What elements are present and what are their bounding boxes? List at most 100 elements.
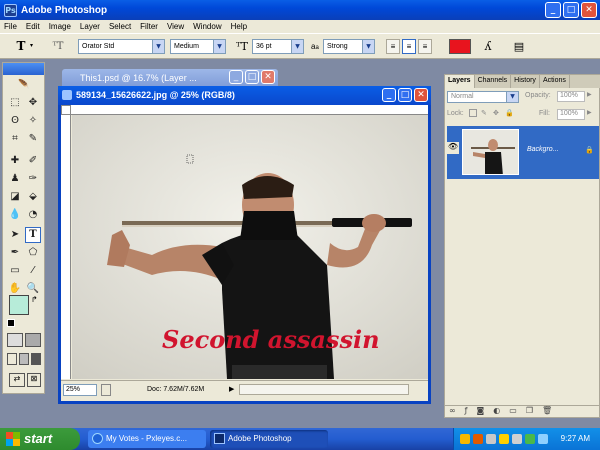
tray-icon-4[interactable] (499, 434, 509, 444)
link-layers-icon[interactable]: ∞ (449, 406, 456, 418)
paint-bucket-icon[interactable]: ⬙ (25, 189, 41, 205)
fill-field[interactable]: 100% (557, 109, 585, 120)
history-brush-icon[interactable]: ✑ (25, 171, 41, 187)
tray-icon-3[interactable] (486, 434, 496, 444)
align-left-button[interactable]: ≡ (386, 39, 400, 54)
anti-alias-select[interactable]: Strong ▼ (323, 39, 375, 54)
magic-wand-icon[interactable]: ✧ (25, 113, 41, 129)
menu-view[interactable]: View (167, 22, 184, 31)
type-tool-preset-icon[interactable]: T (14, 39, 28, 54)
taskbar-item-photoshop[interactable]: Adobe Photoshop (210, 430, 328, 448)
imageready-icon[interactable]: ⊠ (27, 373, 41, 387)
marquee-tool-icon[interactable]: ⬚ (7, 95, 23, 111)
font-size-select[interactable]: 36 pt ▼ (252, 39, 304, 54)
menu-filter[interactable]: Filter (140, 22, 158, 31)
menu-layer[interactable]: Layer (80, 22, 100, 31)
document-title-bar[interactable]: 589134_15626622.jpg @ 25% (RGB/8) _ □ ✕ (58, 86, 431, 105)
screen-mode-2-icon[interactable] (19, 353, 29, 365)
document-window-back[interactable]: This1.psd @ 16.7% (Layer ... _ □ ✕ (62, 69, 278, 87)
lock-pixels-icon[interactable]: ✎ (481, 109, 487, 117)
new-group-icon[interactable]: ▭ (509, 406, 517, 418)
visibility-eye-icon[interactable]: 👁 (447, 142, 459, 154)
menu-help[interactable]: Help (231, 22, 247, 31)
lock-transparency-icon[interactable] (469, 109, 477, 117)
image-canvas[interactable]: Second assassin (72, 115, 428, 379)
menu-edit[interactable]: Edit (26, 22, 40, 31)
screen-mode-3-icon[interactable] (31, 353, 41, 365)
shape-tool-icon[interactable]: ⬠ (25, 245, 41, 261)
eyedropper-icon[interactable]: ⁄ (25, 263, 41, 279)
text-color-swatch[interactable] (449, 39, 471, 54)
close-button[interactable]: ✕ (414, 88, 428, 102)
notes-tool-icon[interactable]: ▭ (7, 263, 23, 279)
menu-select[interactable]: Select (109, 22, 131, 31)
clone-stamp-icon[interactable]: ♟ (7, 171, 23, 187)
close-button[interactable]: ✕ (581, 2, 597, 18)
tray-icon-6[interactable] (525, 434, 535, 444)
delete-layer-icon[interactable]: 🗑 (542, 406, 552, 418)
maximize-button[interactable]: □ (563, 2, 579, 18)
menu-image[interactable]: Image (49, 22, 71, 31)
minimize-button[interactable]: _ (229, 70, 243, 84)
lasso-tool-icon[interactable]: ʘ (7, 113, 23, 129)
chevron-right-icon[interactable]: ▶ (587, 91, 592, 98)
horizontal-scrollbar[interactable] (239, 384, 409, 395)
crop-tool-icon[interactable]: ⌗ (7, 131, 23, 147)
warp-text-icon[interactable]: ʎ (480, 39, 496, 54)
text-orientation-icon[interactable]: ᵀT (50, 39, 66, 54)
tab-layers[interactable]: Layers (445, 75, 475, 88)
background-color-swatch[interactable] (9, 295, 29, 315)
blur-tool-icon[interactable]: 💧 (7, 207, 23, 223)
minimize-button[interactable]: _ (545, 2, 561, 18)
quick-mask-icon[interactable] (25, 333, 41, 347)
eraser-tool-icon[interactable]: ◪ (7, 189, 23, 205)
chevron-right-icon[interactable]: ▶ (587, 109, 592, 116)
healing-brush-icon[interactable]: ✚ (7, 153, 23, 169)
move-tool-icon[interactable]: ✥ (25, 95, 41, 111)
tab-actions[interactable]: Actions (540, 75, 570, 88)
menu-file[interactable]: File (4, 22, 17, 31)
dodge-tool-icon[interactable]: ◔ (25, 207, 41, 223)
taskbar-item-browser[interactable]: My Votes - Pxleyes.c... (88, 430, 206, 448)
network-icon[interactable] (538, 434, 548, 444)
jump-to-imageready-icon[interactable]: ⇄ (9, 373, 25, 387)
tab-history[interactable]: History (511, 75, 540, 88)
layer-mask-icon[interactable]: ◙ (477, 406, 485, 418)
align-center-button[interactable]: ≡ (402, 39, 416, 54)
status-arrow-icon[interactable]: ▶ (229, 385, 234, 393)
menu-window[interactable]: Window (193, 22, 221, 31)
path-selection-icon[interactable]: ➤ (7, 227, 23, 243)
close-button[interactable]: ✕ (261, 70, 275, 84)
brush-tool-icon[interactable]: ✐ (25, 153, 41, 169)
font-family-select[interactable]: Orator Std ▼ (78, 39, 165, 54)
pen-tool-icon[interactable]: ✒ (7, 245, 23, 261)
zoom-field[interactable]: 25% (63, 384, 97, 396)
type-tool-icon[interactable]: T (25, 227, 41, 243)
tray-icon-1[interactable] (460, 434, 470, 444)
blend-mode-select[interactable]: Normal ▼ (447, 91, 519, 103)
slice-tool-icon[interactable]: ✎ (25, 131, 41, 147)
maximize-button[interactable]: □ (398, 88, 412, 102)
start-button[interactable]: start (0, 428, 80, 450)
font-style-select[interactable]: Medium ▼ (170, 39, 226, 54)
status-menu-icon[interactable] (101, 384, 111, 396)
minimize-button[interactable]: _ (382, 88, 396, 102)
maximize-button[interactable]: □ (245, 70, 259, 84)
opacity-field[interactable]: 100% (557, 91, 585, 102)
new-layer-icon[interactable]: ❐ (526, 406, 533, 418)
chevron-down-icon[interactable]: ▾ (30, 39, 38, 54)
layer-row-background[interactable]: 👁 Backgro... 🔒 (447, 126, 599, 179)
ruler-origin[interactable] (61, 105, 71, 115)
tab-channels[interactable]: Channels (475, 75, 512, 88)
adjustment-layer-icon[interactable]: ◐ (493, 406, 500, 418)
lock-position-icon[interactable]: ✥ (493, 109, 499, 117)
lock-all-icon[interactable]: 🔒 (505, 109, 514, 117)
palettes-toggle-icon[interactable]: ▤ (512, 39, 526, 54)
screen-mode-1-icon[interactable] (7, 353, 17, 365)
standard-mode-icon[interactable] (7, 333, 23, 347)
layer-style-icon[interactable]: ƒ (465, 406, 468, 418)
tray-icon-2[interactable] (473, 434, 483, 444)
default-colors-icon[interactable] (7, 319, 15, 327)
volume-icon[interactable] (512, 434, 522, 444)
align-right-button[interactable]: ≡ (418, 39, 432, 54)
